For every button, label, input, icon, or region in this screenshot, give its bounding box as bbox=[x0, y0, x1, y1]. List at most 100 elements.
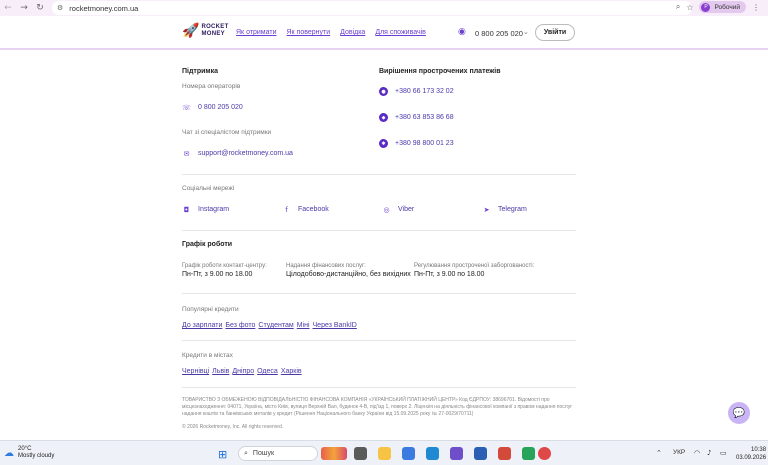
accessibility-eye-icon[interactable]: ◉ bbox=[458, 27, 466, 37]
wifi-icon[interactable]: ◠ bbox=[694, 449, 700, 457]
support-phone[interactable]: ☏ 0 800 205 020 bbox=[182, 103, 243, 112]
back-icon[interactable]: ← bbox=[0, 3, 16, 13]
profile-button[interactable]: Р Робочий bbox=[699, 1, 746, 13]
login-button[interactable]: Увійти bbox=[535, 24, 575, 41]
schedule-value-contact: Пн-Пт, з 9.00 по 18.00 bbox=[182, 271, 253, 278]
profile-label: Робочий bbox=[714, 3, 740, 11]
rocket-logo-icon: 🚀 bbox=[182, 23, 200, 39]
schedule-label-finance: Надання фінансових послуг: bbox=[286, 263, 366, 269]
overdue-phone-lifecell[interactable]: ◆ +380 63 853 86 68 bbox=[379, 113, 454, 122]
menu-how-to-get[interactable]: Як отримати bbox=[236, 29, 276, 36]
file-explorer-icon[interactable] bbox=[378, 447, 391, 460]
support-phone-text: 0 800 205 020 bbox=[198, 104, 243, 111]
header-phone[interactable]: 0 800 205 020 bbox=[475, 29, 523, 38]
battery-icon[interactable]: ▭ bbox=[720, 449, 727, 457]
chrome-icon[interactable] bbox=[538, 447, 551, 460]
menu-consumers[interactable]: Для споживачів bbox=[375, 29, 426, 36]
social-facebook[interactable]: f Facebook bbox=[282, 205, 329, 214]
tray-chevron-icon[interactable]: ⌃ bbox=[656, 449, 662, 457]
cloud-icon: ☁ bbox=[4, 447, 14, 459]
menu-help[interactable]: Довідка bbox=[340, 29, 365, 36]
support-email-text: support@rocketmoney.com.ua bbox=[198, 150, 293, 157]
chat-bubble-button[interactable]: 💬 bbox=[728, 402, 750, 424]
phone-icon: ☏ bbox=[182, 103, 191, 112]
clock[interactable]: 10:38 03.09.2026 bbox=[736, 446, 766, 462]
taskbar-search[interactable]: ⌕ Пошук bbox=[238, 446, 318, 461]
social-instagram[interactable]: ◘ Instagram bbox=[182, 205, 229, 214]
social-telegram[interactable]: ➤ Telegram bbox=[482, 205, 527, 214]
popular-link[interactable]: Міні bbox=[297, 322, 310, 329]
vodafone-icon: ● bbox=[379, 87, 388, 96]
url-text[interactable]: rocketmoney.com.ua bbox=[69, 4, 138, 13]
city-link[interactable]: Одеса bbox=[257, 368, 278, 375]
copyright: © 2026 Rocketmoney, Inc. All rights rese… bbox=[182, 424, 284, 430]
popular-title: Популярні кредити bbox=[182, 306, 239, 313]
clock-time: 10:38 bbox=[751, 447, 767, 453]
language-indicator[interactable]: УКР bbox=[673, 449, 685, 456]
telegram-icon: ➤ bbox=[483, 205, 490, 214]
overdue-phone-vodafone[interactable]: ● +380 66 173 32 02 bbox=[379, 87, 454, 96]
task-view-icon[interactable] bbox=[354, 447, 367, 460]
app-icon[interactable] bbox=[522, 447, 535, 460]
site-info-icon[interactable]: ⚙ bbox=[57, 4, 63, 12]
city-links: Чернівці Львів Дніпро Одеса Харків bbox=[182, 368, 302, 375]
taskbar-search-label: Пошук bbox=[252, 450, 275, 457]
popular-link[interactable]: Студентам bbox=[258, 322, 293, 329]
menu-how-to-repay[interactable]: Як повернути bbox=[286, 29, 330, 36]
operators-label: Номера операторів bbox=[182, 83, 241, 90]
reload-icon[interactable]: ↻ bbox=[32, 3, 48, 13]
clock-date: 03.09.2026 bbox=[736, 455, 767, 461]
chevron-down-icon[interactable]: ⌄ bbox=[523, 28, 529, 36]
logo[interactable]: 🚀 ROCKET MONEY bbox=[182, 23, 229, 39]
menu-dots-icon[interactable]: ⋮ bbox=[752, 3, 760, 12]
teams-icon[interactable] bbox=[450, 447, 463, 460]
app-icon[interactable] bbox=[498, 447, 511, 460]
search-highlight-image bbox=[321, 447, 347, 460]
schedule-label-overdue: Регулювання простроченої заборгованості: bbox=[414, 263, 535, 269]
popular-link[interactable]: Без фото bbox=[225, 322, 255, 329]
zoom-icon[interactable]: ⌕ bbox=[676, 2, 680, 12]
weather-temp: 20°C bbox=[18, 446, 32, 452]
browser-actions: ⌕ ☆ Р Робочий ⋮ bbox=[676, 1, 760, 13]
support-title: Підтримка bbox=[182, 68, 219, 75]
overdue-phone-kyivstar[interactable]: ✱ +380 98 800 01 23 bbox=[379, 139, 454, 148]
popular-link[interactable]: Через BankID bbox=[313, 322, 357, 329]
popular-link[interactable]: До зарплати bbox=[182, 322, 222, 329]
social-viber[interactable]: ◎ Viber bbox=[382, 205, 414, 214]
city-link[interactable]: Чернівці bbox=[182, 368, 209, 375]
weather-widget[interactable]: ☁ 20°C Mostly cloudy bbox=[4, 446, 54, 460]
divider bbox=[182, 230, 576, 231]
lifecell-icon: ◆ bbox=[379, 113, 388, 122]
forward-icon[interactable]: → bbox=[16, 3, 32, 13]
edge-icon[interactable] bbox=[426, 447, 439, 460]
logo-text: ROCKET MONEY bbox=[201, 24, 228, 38]
overdue-phone-text: +380 66 173 32 02 bbox=[395, 88, 454, 95]
avatar: Р bbox=[701, 2, 711, 12]
volume-icon[interactable]: ♪ bbox=[707, 449, 711, 457]
bookmark-star-icon[interactable]: ☆ bbox=[686, 3, 693, 12]
social-facebook-label: Facebook bbox=[298, 206, 329, 213]
app-icon[interactable] bbox=[474, 447, 487, 460]
divider bbox=[182, 387, 576, 388]
search-icon: ⌕ bbox=[244, 449, 248, 457]
divider bbox=[182, 293, 576, 294]
support-email[interactable]: ✉ support@rocketmoney.com.ua bbox=[182, 149, 293, 158]
overdue-phone-text: +380 98 800 01 23 bbox=[395, 140, 454, 147]
schedule-title: Графік роботи bbox=[182, 241, 233, 248]
city-link[interactable]: Харків bbox=[281, 368, 302, 375]
city-link[interactable]: Дніпро bbox=[232, 368, 254, 375]
social-instagram-label: Instagram bbox=[198, 206, 230, 213]
app-icon[interactable] bbox=[402, 447, 415, 460]
logo-line-1: ROCKET bbox=[201, 24, 229, 30]
social-viber-label: Viber bbox=[398, 206, 415, 213]
windows-start-icon[interactable]: ⊞ bbox=[218, 448, 227, 461]
chat-icon: 💬 bbox=[732, 407, 746, 419]
schedule-label-contact: Графік роботи контакт-центру: bbox=[182, 263, 267, 269]
address-bar[interactable]: ⚙ rocketmoney.com.ua bbox=[52, 1, 692, 15]
city-link[interactable]: Львів bbox=[212, 368, 229, 375]
logo-line-2: MONEY bbox=[201, 31, 225, 37]
facebook-icon: f bbox=[285, 205, 288, 214]
legal-text: ТОВАРИСТВО З ОБМЕЖЕНОЮ ВІДПОВІДАЛЬНІСТЮ … bbox=[182, 397, 573, 417]
overdue-phone-text: +380 63 853 86 68 bbox=[395, 114, 454, 121]
social-title: Соціальні мережі bbox=[182, 185, 235, 192]
